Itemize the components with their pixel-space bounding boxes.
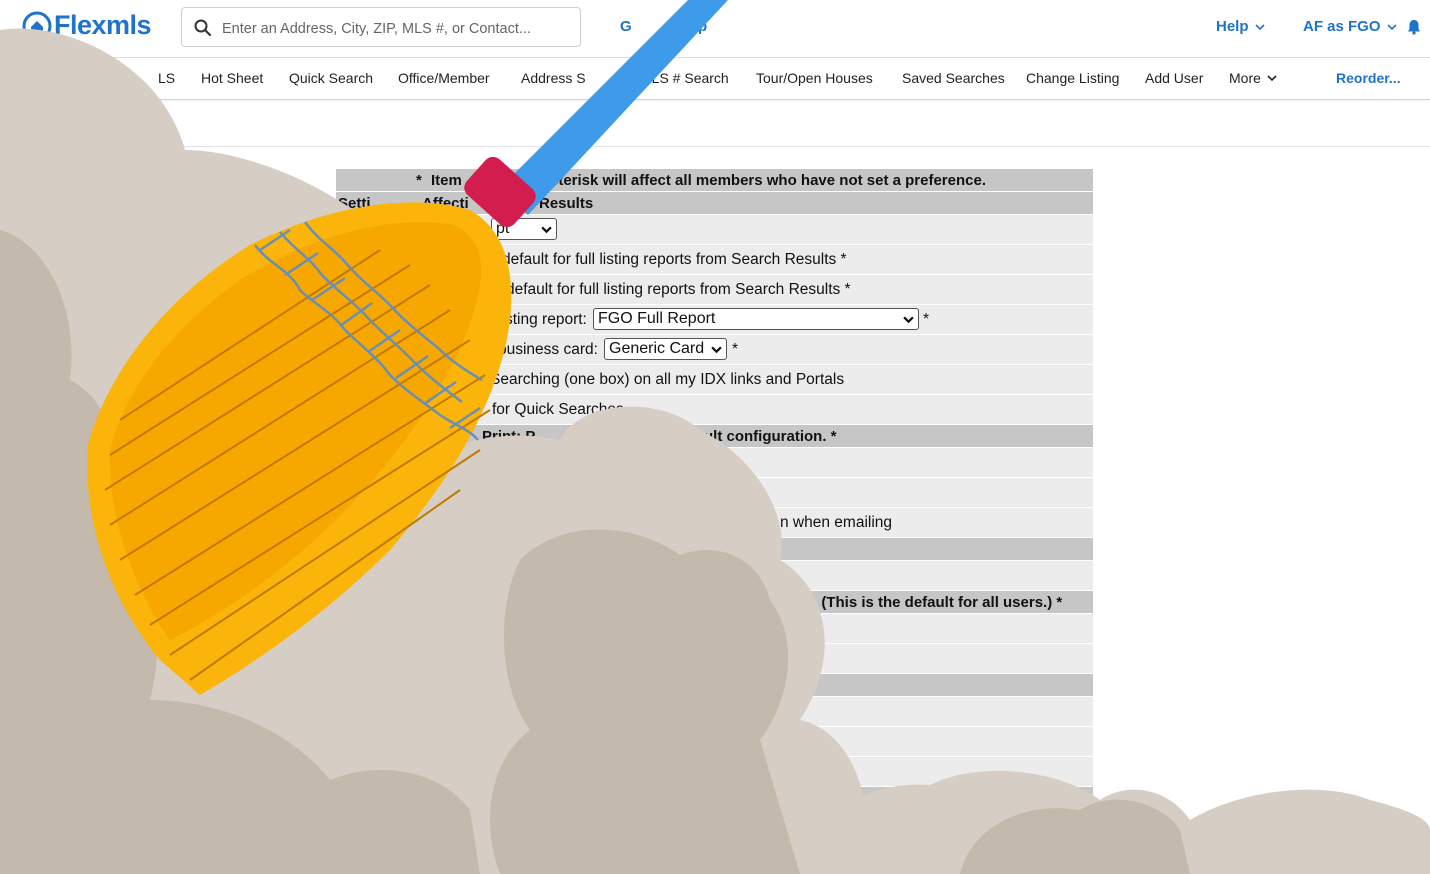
logo-text: Flexmls	[54, 10, 152, 40]
html-option-row: HTM	[336, 697, 1093, 727]
listing-report-row: sting report: FGO Full Report *	[336, 305, 1093, 335]
checkbox-row-1	[336, 614, 1093, 644]
nav-item-tour-open-houses[interactable]: Tour/Open Houses	[756, 70, 873, 86]
top-header: Flexmls G p Help AF as FGO	[0, 0, 1430, 58]
section-4-title-start: i	[342, 594, 347, 611]
emailing-row: n when emailing	[336, 508, 1093, 538]
listing-report-label: sting report:	[505, 311, 587, 328]
search-icon	[194, 19, 211, 36]
nav-item-mls-number-search[interactable]: MLS # Search	[640, 70, 729, 86]
blank-option-row	[336, 478, 1093, 508]
chevron-down-icon	[1386, 23, 1397, 30]
business-card-value: Generic Card	[609, 340, 705, 357]
help-menu[interactable]: Help	[1216, 18, 1265, 35]
section-header-default-users: i efault. (This is the default for all u…	[336, 591, 1093, 614]
account-label: AF as FGO	[1303, 18, 1381, 35]
business-card-row: business card: Generic Card *	[336, 335, 1093, 365]
section-title-part-1: Setti	[338, 195, 371, 212]
report-format-value: pt	[496, 220, 510, 237]
emailing-label: n when emailing	[780, 514, 893, 531]
section-header-print: Print: P ult configuration. *	[336, 425, 1093, 448]
section-header-search-results: Setti Affecti Results	[336, 192, 1093, 215]
section-5-title: mai	[354, 677, 380, 694]
blank-row-2	[336, 727, 1093, 757]
html-option-label: HTM	[371, 703, 405, 720]
nav-item-quick-search[interactable]: Quick Search	[289, 70, 373, 86]
print-default-option: on	[460, 454, 479, 471]
chevron-down-icon	[1267, 75, 1277, 82]
nav-item-saved-searches[interactable]: Saved Searches	[902, 70, 1005, 86]
global-search-input[interactable]	[220, 16, 574, 42]
nav-item-hot-sheet[interactable]: Hot Sheet	[201, 70, 263, 86]
full-report-default-label-1: default for full listing reports from Se…	[502, 251, 847, 268]
one-box-searching-label: Searching (one box) on all my IDX links …	[490, 371, 845, 388]
section-4-title-end: efault. (This is the default for all use…	[773, 594, 1063, 611]
report-format-row: pt	[336, 215, 1093, 245]
account-menu[interactable]: AF as FGO	[1303, 18, 1397, 35]
one-box-searching-row: Searching (one box) on all my IDX links …	[336, 365, 1093, 395]
section-header-6	[336, 787, 1093, 810]
blank-row-3	[336, 757, 1093, 787]
business-card-label: business card:	[498, 341, 598, 358]
full-report-default-row-1: default for full listing reports from Se…	[336, 245, 1093, 275]
chevron-down-icon	[1254, 23, 1265, 30]
main-nav-bar: LS Hot Sheet Quick Search Office/Member …	[0, 58, 1430, 100]
option-checkbox-1[interactable]	[343, 621, 357, 635]
print-default-row: on is defa	[336, 448, 1093, 478]
note-star: *	[416, 172, 422, 189]
bell-icon[interactable]	[1407, 19, 1421, 35]
more-label: More	[1229, 70, 1261, 86]
reorder-link[interactable]: Reorder...	[1336, 70, 1401, 86]
nav-item-office-member[interactable]: Office/Member	[398, 70, 490, 86]
checkbox-row-2	[336, 644, 1093, 674]
section-header-email: mai	[336, 674, 1093, 697]
chevron-down-icon	[903, 316, 914, 323]
section-title-part-3: Results	[539, 195, 594, 212]
preferences-table: * Item sterisk will affect all members w…	[336, 169, 1093, 870]
home-logo-icon	[22, 11, 52, 40]
listing-report-value: FGO Full Report	[598, 310, 716, 327]
nav-item-mls[interactable]: LS	[158, 70, 175, 86]
print-default-text: is defa	[485, 454, 531, 471]
full-report-default-row-2: default for full listing reports from Se…	[336, 275, 1093, 305]
help-label: Help	[1216, 18, 1249, 35]
option-checkbox-2[interactable]	[343, 651, 357, 665]
listing-report-select[interactable]: FGO Full Report	[593, 308, 919, 330]
required-star: *	[923, 311, 930, 328]
blank-row-1	[336, 561, 1093, 591]
note-text-start: Item	[431, 172, 462, 189]
asterisk-note-row: * Item sterisk will affect all members w…	[336, 169, 1093, 192]
section-title-part-2: Affecti	[422, 195, 469, 212]
partial-header-link[interactable]: G	[620, 18, 632, 35]
content-divider	[0, 146, 1430, 147]
section-header-3: Lat	[336, 538, 1093, 561]
global-search-box[interactable]	[181, 7, 581, 47]
quick-searches-label: for Quick Searches	[492, 401, 624, 418]
full-report-default-label-2: default for full listing reports from Se…	[506, 281, 851, 298]
business-card-select[interactable]: Generic Card	[604, 338, 727, 360]
partial-header-link-end[interactable]: p	[698, 18, 707, 35]
nav-item-add-user[interactable]: Add User	[1145, 70, 1203, 86]
chevron-down-icon	[711, 346, 722, 353]
quick-searches-row: for Quick Searches	[336, 395, 1093, 425]
report-format-select[interactable]: pt	[491, 218, 557, 240]
print-section-title-start: Print: P	[482, 428, 536, 445]
nav-item-change-listing[interactable]: Change Listing	[1026, 70, 1119, 86]
note-text-end: sterisk will affect all members who have…	[550, 172, 987, 189]
nav-item-address-search[interactable]: Address S	[521, 70, 586, 86]
print-section-title-end: ult configuration. *	[704, 428, 837, 445]
blank-row-5	[336, 840, 1093, 870]
required-star: *	[732, 341, 739, 358]
flexmls-logo[interactable]: Flexmls	[22, 10, 152, 41]
blank-row-4	[336, 810, 1093, 840]
chevron-down-icon	[541, 226, 552, 233]
section-3-title: Lat	[388, 541, 411, 558]
nav-item-more[interactable]: More	[1229, 70, 1277, 86]
